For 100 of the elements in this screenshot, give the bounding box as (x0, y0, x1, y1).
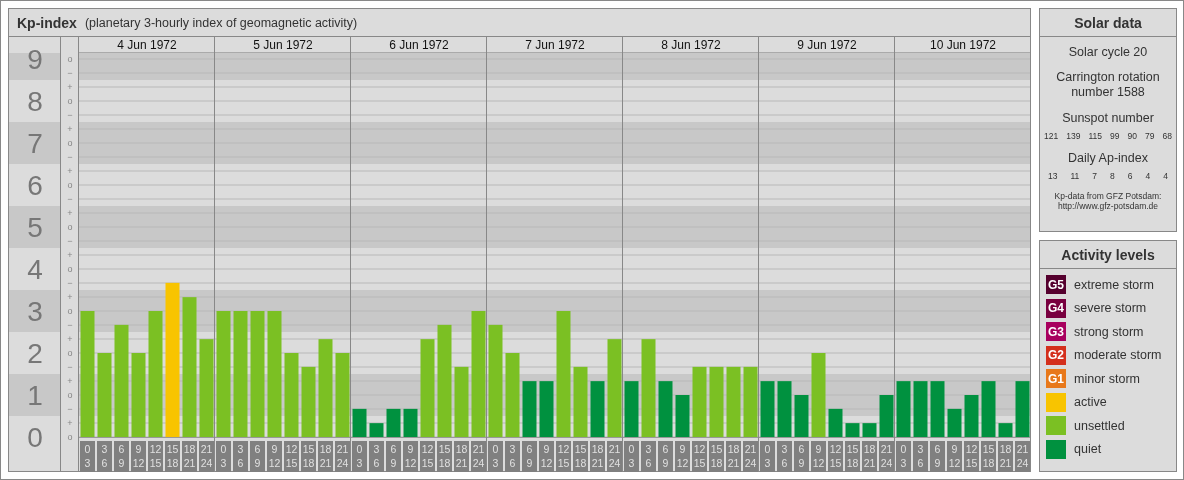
kp-level-label: 6 (27, 169, 43, 201)
hour-label: 0 3 (488, 441, 503, 472)
carrington-rotation: Carrington rotation number 1588 (1055, 70, 1161, 100)
ap-index-value: 13 (1048, 171, 1058, 181)
hour-label: 3 6 (913, 441, 928, 472)
kp-level-label: 7 (27, 127, 43, 159)
hour-label: 9 12 (539, 441, 554, 472)
sublevel-label: + (67, 418, 73, 428)
sublevel-label: o (67, 264, 73, 274)
sublevel-label: o (67, 348, 73, 358)
sublevel-label: − (67, 404, 73, 414)
ap-index-value: 8 (1110, 171, 1115, 181)
hour-label: 0 3 (760, 441, 775, 472)
sunspot-value: 115 (1088, 131, 1102, 141)
level-band (9, 122, 61, 164)
hour-label: 0 3 (80, 441, 95, 472)
sublevel-label: − (67, 236, 73, 246)
sublevel-label: + (67, 124, 73, 134)
hour-label: 0 3 (624, 441, 639, 472)
hour-label: 18 21 (182, 441, 197, 472)
sublevel-label: + (67, 166, 73, 176)
level-swatch: G4 (1046, 298, 1066, 318)
sublevel-label: o (67, 432, 73, 442)
sunspot-value: 139 (1066, 131, 1081, 141)
level-label: moderate storm (1074, 348, 1162, 362)
hour-label: 15 18 (845, 441, 860, 472)
solar-cycle: Solar cycle 20 (1068, 45, 1148, 60)
hour-label: 21 24 (199, 441, 214, 472)
hour-label: 3 6 (777, 441, 792, 472)
level-swatch: G2 (1046, 345, 1066, 365)
hour-label: 21 24 (1015, 441, 1030, 472)
ap-index-value: 4 (1145, 171, 1151, 181)
hour-label: 18 21 (318, 441, 333, 472)
level-label: extreme storm (1074, 277, 1154, 292)
hour-label: 0 3 (216, 441, 231, 472)
sublevel-label: o (67, 222, 73, 232)
hour-label: 3 6 (369, 441, 384, 472)
hour-label: 6 9 (658, 441, 673, 472)
level-label: unsettled (1074, 418, 1125, 433)
hour-label: 15 18 (981, 441, 996, 472)
kp-level-label: 3 (27, 295, 43, 327)
sublevel-label: o (67, 54, 73, 64)
hour-label: 3 6 (505, 441, 520, 472)
hour-label: 21 24 (743, 441, 758, 472)
hour-label: 0 3 (896, 441, 911, 472)
hour-label: 12 15 (420, 441, 435, 472)
sublevel-label: − (67, 110, 73, 120)
sublevel-label: − (67, 194, 73, 204)
hour-label: 12 15 (556, 441, 571, 472)
sublevel-label: + (67, 376, 73, 386)
day-label: 4 Jun 1972 (117, 38, 177, 52)
day-label: 8 Jun 1972 (661, 38, 721, 52)
hour-label: 21 24 (607, 441, 622, 472)
kp-level-label: 4 (27, 253, 43, 285)
hour-label: 18 21 (862, 441, 877, 472)
hour-label: 15 18 (709, 441, 724, 472)
level-label: minor storm (1074, 371, 1140, 386)
ap-index-value: 11 (1070, 171, 1080, 181)
ap-index-label: Daily Ap-index (1068, 151, 1148, 166)
kp-level-label: 5 (27, 211, 43, 243)
level-label: active (1074, 395, 1107, 409)
hour-label: 9 12 (947, 441, 962, 472)
hour-label: 12 15 (828, 441, 843, 472)
hour-label: 9 12 (811, 441, 826, 472)
level-label: strong storm (1074, 324, 1144, 339)
sunspot-value: 90 (1127, 131, 1137, 141)
level-swatch: G1 (1046, 369, 1066, 388)
hour-label: 0 3 (352, 441, 367, 472)
hour-label: 9 12 (403, 441, 418, 472)
hour-label: 6 9 (522, 441, 537, 472)
level-band (9, 206, 61, 248)
sunspot-value: 68 (1162, 131, 1172, 141)
hour-label: 18 21 (590, 441, 605, 472)
day-label: 7 Jun 1972 (525, 38, 585, 52)
kp-level-label: 9 (27, 43, 43, 75)
sublevel-label: − (67, 362, 73, 372)
sublevel-label: − (67, 68, 73, 78)
sublevel-label: − (67, 278, 73, 288)
hour-label: 9 12 (675, 441, 690, 472)
hour-label: 6 9 (114, 441, 129, 472)
level-swatch: G3 (1046, 322, 1066, 341)
level-band (9, 374, 61, 416)
hour-label: 15 18 (165, 441, 180, 472)
hour-label: 6 9 (386, 441, 401, 472)
sublevel-label: − (67, 320, 73, 330)
hour-label: 9 12 (267, 441, 282, 472)
level-label: severe storm (1074, 301, 1147, 315)
hour-label: 21 24 (471, 441, 486, 472)
sublevel-label: o (67, 138, 73, 148)
source-url: http://www.gfz-potsdam.de (1057, 201, 1159, 212)
hour-label: 18 21 (454, 441, 469, 472)
sunspot-value: 121 (1044, 131, 1059, 141)
sublevel-label: o (67, 96, 73, 106)
sublevel-label: o (67, 390, 73, 400)
sublevel-label: + (67, 208, 73, 218)
kp-level-label: 1 (27, 379, 43, 411)
kp-level-label: 2 (27, 337, 43, 369)
hour-label: 6 9 (794, 441, 809, 472)
hour-label: 3 6 (233, 441, 248, 472)
hour-label: 21 24 (335, 441, 350, 472)
